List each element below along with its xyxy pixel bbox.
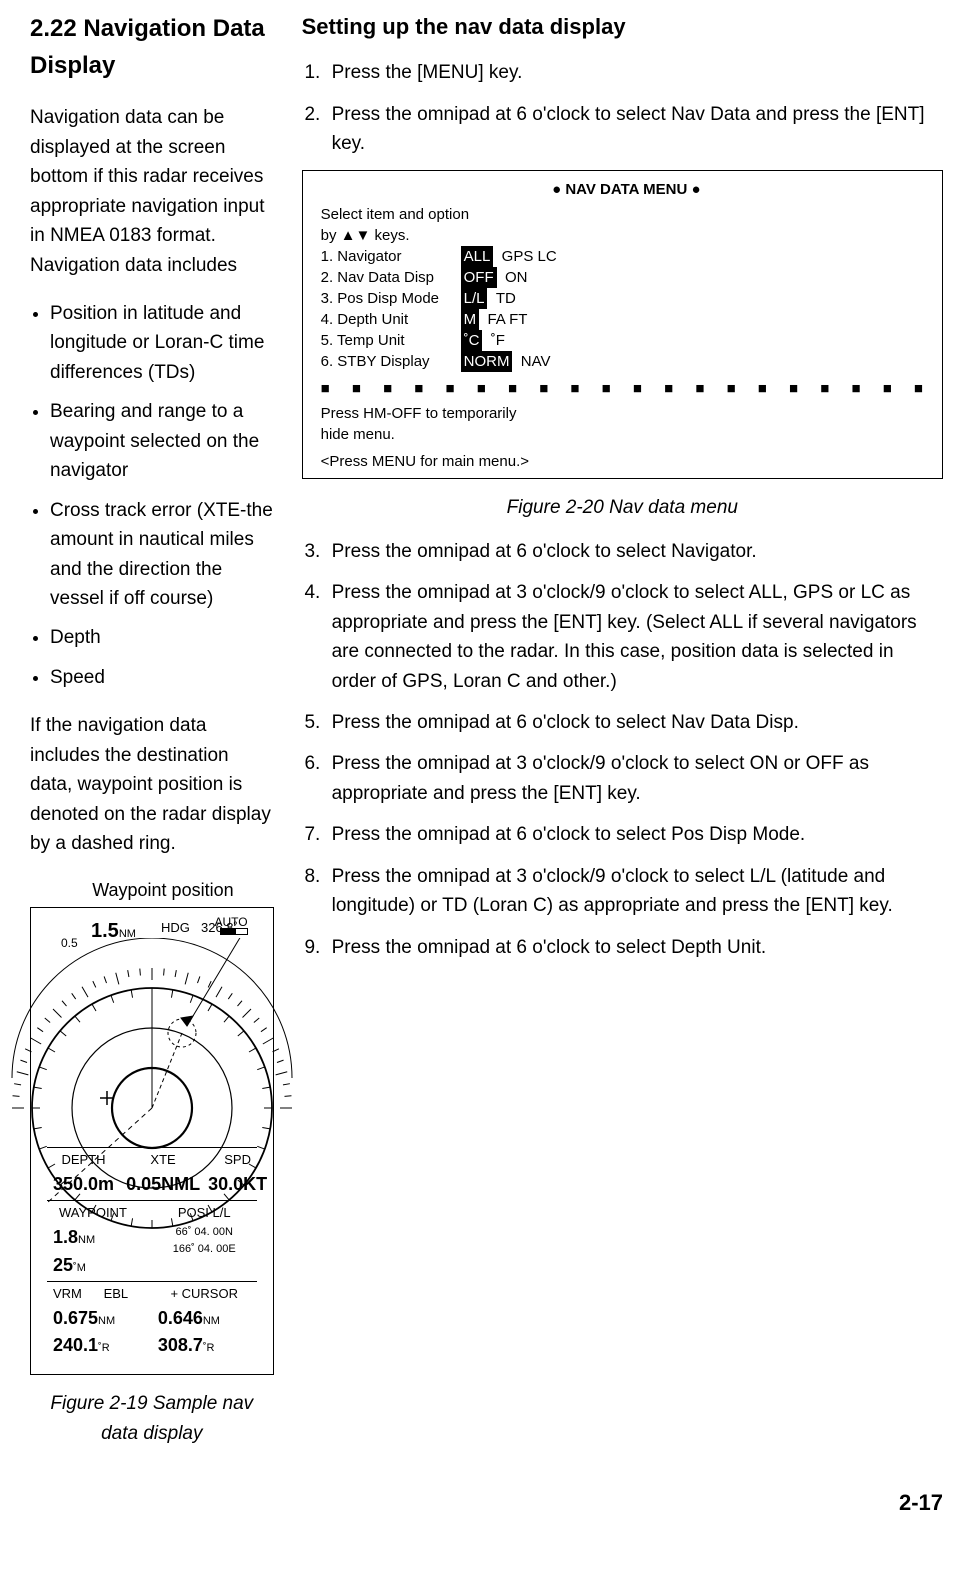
posi-label: POSI L/L — [158, 1203, 251, 1223]
step-item: Press the [MENU] key. — [326, 58, 943, 87]
section-heading: 2.22 Navigation Data Display — [30, 10, 274, 84]
menu-footer: Press HM-OFF to temporarily — [321, 403, 932, 424]
steps-list-a: Press the [MENU] key. Press the omnipad … — [302, 58, 943, 158]
menu-row: 5. Temp Unit˚C ˚F — [321, 330, 932, 351]
steps-list-b: Press the omnipad at 6 o'clock to select… — [302, 537, 943, 962]
step-item: Press the omnipad at 3 o'clock/9 o'clock… — [326, 862, 943, 921]
ebl-value: 240.1 — [53, 1335, 98, 1355]
wp-distance: 1.8 — [53, 1227, 78, 1247]
wp-bearing: 25 — [53, 1255, 73, 1275]
radar-display: 1.5NM 0.5 HDG 326.8˚ AUTO — [30, 907, 274, 1375]
menu-divider: ■ ■ ■ ■ ■ ■ ■ ■ ■ ■ ■ ■ ■ ■ ■ ■ ■ ■ ■ ■ — [321, 378, 932, 399]
depth-label: DEPTH — [53, 1150, 114, 1170]
figure-2-19-caption: Figure 2-19 Sample nav data display — [30, 1389, 274, 1448]
step-item: Press the omnipad at 6 o'clock to select… — [326, 820, 943, 849]
bullet-item: Speed — [50, 663, 274, 692]
bullet-item: Position in latitude and longitude or Lo… — [50, 299, 274, 387]
spd-label: SPD — [208, 1150, 267, 1170]
vrm-label: VRM — [53, 1286, 82, 1301]
depth-value: 350.0m — [53, 1171, 114, 1199]
bullet-item: Cross track error (XTE-the amount in nau… — [50, 496, 274, 614]
figure-2-20-caption: Figure 2-20 Nav data menu — [302, 493, 943, 522]
posi-lon: 166˚ 04. 00E — [158, 1241, 251, 1258]
waypoint-label: WAYPOINT — [53, 1203, 146, 1223]
menu-row: 3. Pos Disp ModeL/L TD — [321, 288, 932, 309]
menu-row: 4. Depth UnitM FA FT — [321, 309, 932, 330]
ebl-label: EBL — [104, 1286, 129, 1301]
step-item: Press the omnipad at 3 o'clock/9 o'clock… — [326, 749, 943, 808]
step-item: Press the omnipad at 6 o'clock to select… — [326, 933, 943, 962]
page-number: 2-17 — [30, 1486, 943, 1520]
waypoint-callout: Waypoint position — [30, 877, 274, 905]
menu-title: ● NAV DATA MENU ● — [321, 179, 932, 200]
menu-row: 6. STBY DisplayNORM NAV — [321, 351, 932, 372]
after-paragraph: If the navigation data includes the dest… — [30, 711, 274, 858]
cursor-bearing: 308.7 — [158, 1335, 203, 1355]
cursor-label: + CURSOR — [158, 1284, 251, 1304]
posi-lat: 66˚ 04. 00N — [158, 1224, 251, 1241]
bullet-item: Depth — [50, 623, 274, 652]
xte-label: XTE — [126, 1150, 200, 1170]
intro-paragraph: Navigation data can be displayed at the … — [30, 103, 274, 280]
auto-bar-icon — [220, 928, 248, 935]
step-item: Press the omnipad at 3 o'clock/9 o'clock… — [326, 578, 943, 696]
nav-data-menu-box: ● NAV DATA MENU ● Select item and option… — [302, 170, 943, 479]
vrm-value: 0.675 — [53, 1308, 98, 1328]
menu-hint: Select item and option — [321, 204, 932, 225]
cursor-range: 0.646 — [158, 1308, 203, 1328]
bullet-item: Bearing and range to a waypoint selected… — [50, 397, 274, 485]
step-item: Press the omnipad at 6 o'clock to select… — [326, 100, 943, 159]
step-item: Press the omnipad at 6 o'clock to select… — [326, 708, 943, 737]
xte-value: 0.05NML — [126, 1171, 200, 1199]
menu-row: 2. Nav Data DispOFF ON — [321, 267, 932, 288]
step-item: Press the omnipad at 6 o'clock to select… — [326, 537, 943, 566]
spd-value: 30.0KT — [208, 1171, 267, 1199]
menu-hint: by ▲▼ keys. — [321, 225, 932, 246]
heading-label: HDG — [161, 918, 190, 938]
menu-row: 1. NavigatorALL GPS LC — [321, 246, 932, 267]
menu-footer: hide menu. — [321, 424, 932, 445]
radar-data-table: DEPTH 350.0m XTE 0.05NML SPD 30.0KT — [47, 1147, 257, 1374]
nav-data-bullets: Position in latitude and longitude or Lo… — [30, 299, 274, 692]
menu-bracket-hint: <Press MENU for main menu.> — [321, 451, 932, 472]
subsection-heading: Setting up the nav data display — [302, 10, 943, 44]
